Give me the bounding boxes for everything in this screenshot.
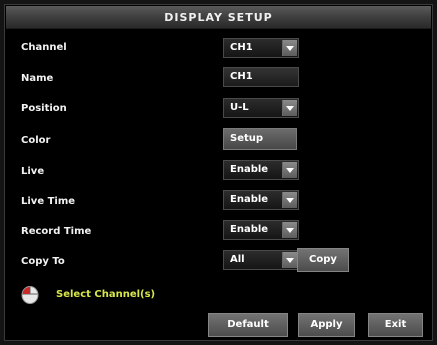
channel-select[interactable]: CH1 xyxy=(223,38,299,58)
live-time-select[interactable]: Enable xyxy=(223,190,299,210)
live-time-label: Live Time xyxy=(21,196,76,207)
record-time-select[interactable]: Enable xyxy=(223,220,299,240)
dialog-title-bar: DISPLAY SETUP xyxy=(6,6,431,29)
chevron-down-icon[interactable] xyxy=(282,252,297,268)
copy-button[interactable]: Copy xyxy=(297,248,349,272)
dialog-title: DISPLAY SETUP xyxy=(164,11,273,24)
live-label: Live xyxy=(21,166,45,177)
name-label: Name xyxy=(21,73,54,84)
record-time-label: Record Time xyxy=(21,226,92,237)
position-value: U-L xyxy=(230,102,249,113)
chevron-down-icon[interactable] xyxy=(282,162,297,178)
color-label: Color xyxy=(21,135,51,146)
copy-to-value: All xyxy=(230,254,245,265)
name-input[interactable]: CH1 xyxy=(223,67,299,87)
channel-value: CH1 xyxy=(230,42,253,53)
copy-to-label: Copy To xyxy=(21,256,65,267)
channel-label: Channel xyxy=(21,42,67,53)
live-time-value: Enable xyxy=(230,194,269,205)
record-time-value: Enable xyxy=(230,224,269,235)
copy-to-select[interactable]: All xyxy=(223,250,299,270)
position-label: Position xyxy=(21,103,67,114)
chevron-down-icon[interactable] xyxy=(282,192,297,208)
chevron-down-icon[interactable] xyxy=(282,222,297,238)
apply-button[interactable]: Apply xyxy=(298,313,355,337)
live-select[interactable]: Enable xyxy=(223,160,299,180)
mouse-icon xyxy=(20,285,40,305)
exit-button[interactable]: Exit xyxy=(368,313,423,337)
select-channels-hint: Select Channel(s) xyxy=(56,289,156,300)
chevron-down-icon[interactable] xyxy=(282,100,297,116)
position-select[interactable]: U-L xyxy=(223,98,299,118)
default-button[interactable]: Default xyxy=(208,313,288,337)
live-value: Enable xyxy=(230,164,269,175)
color-setup-button[interactable]: Setup xyxy=(223,128,297,150)
chevron-down-icon[interactable] xyxy=(282,40,297,56)
